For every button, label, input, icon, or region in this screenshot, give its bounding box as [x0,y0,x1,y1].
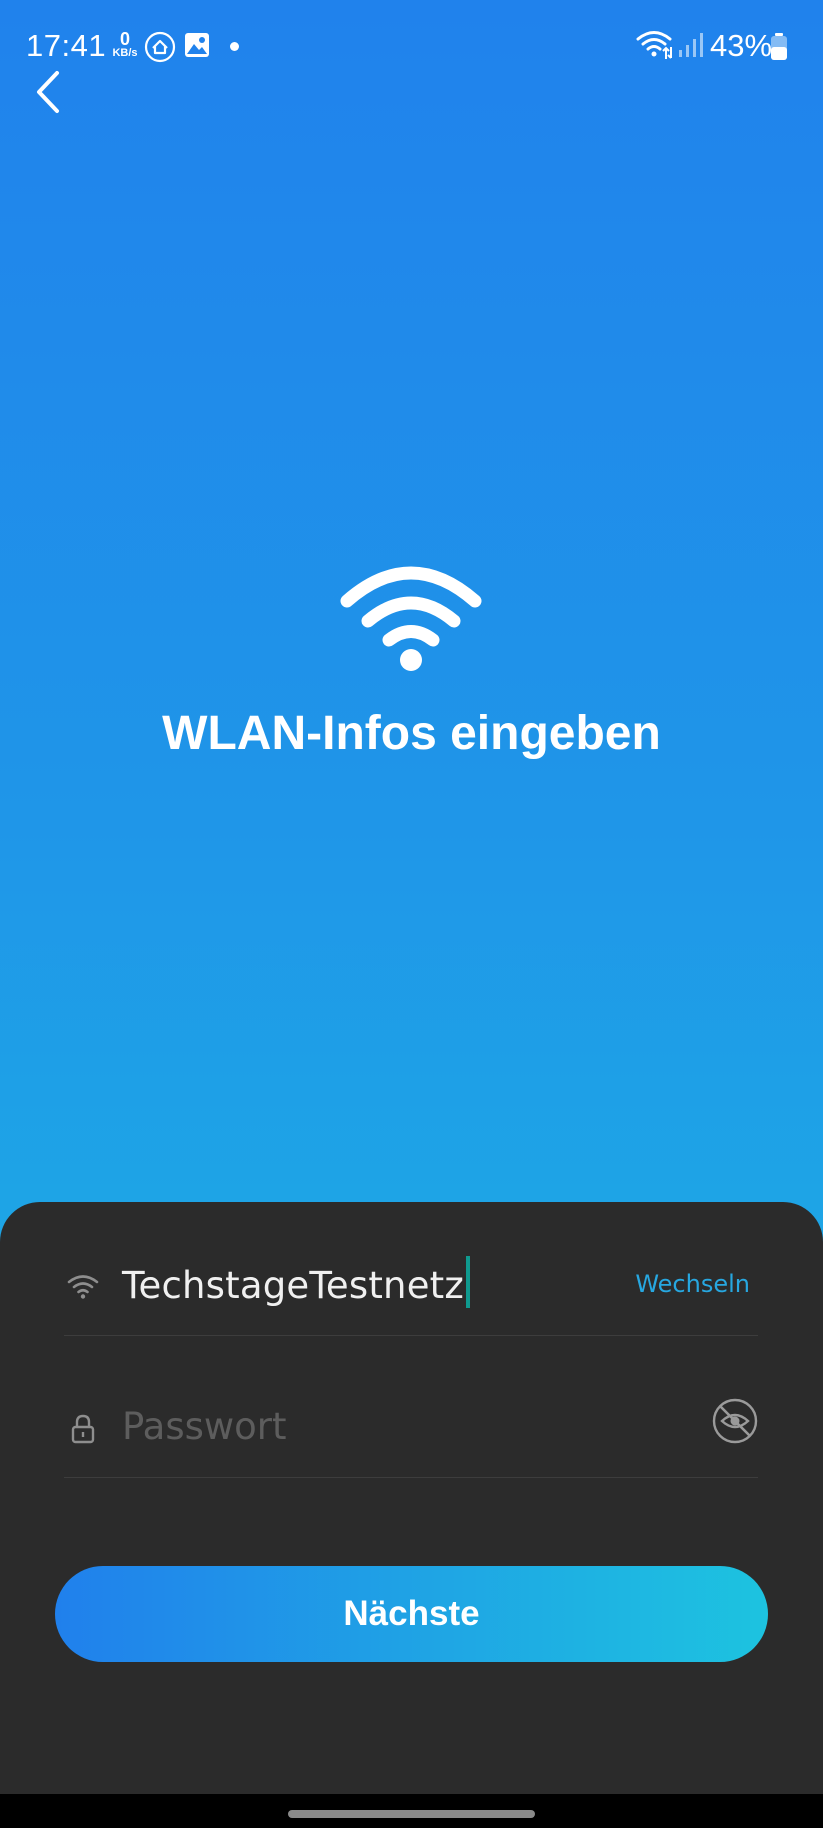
network-speed-unit: KB/s [112,47,138,59]
battery-icon [770,33,788,66]
home-indicator[interactable] [288,1810,535,1818]
notification-dot [230,42,239,51]
back-button[interactable] [24,62,72,122]
password-field[interactable] [64,1376,758,1478]
text-cursor [466,1256,470,1308]
lock-icon [71,1414,95,1444]
next-button[interactable]: Nächste [55,1566,768,1662]
network-speed: 0 KB/s [108,30,142,59]
page-title: WLAN-Infos eingeben [162,707,661,760]
wifi-field-icon [67,1275,99,1299]
password-input[interactable] [122,1398,642,1454]
wifi-status-icon [636,30,674,65]
chevron-left-icon [37,71,59,113]
battery-percent: 43% [710,28,773,63]
home-app-icon [144,31,176,68]
status-time: 17:41 [26,28,107,63]
signal-icon [678,32,704,63]
ssid-value[interactable]: TechstageTestnetz [122,1264,464,1307]
ssid-field[interactable]: TechstageTestnetz Wechseln [64,1234,758,1336]
status-bar: 17:41 0 KB/s 43% [0,0,823,92]
switch-network-link[interactable]: Wechseln [635,1270,750,1298]
eye-off-icon[interactable] [712,1398,758,1444]
wifi-icon [340,566,482,671]
network-speed-value: 0 [119,29,130,49]
gallery-icon [183,31,211,64]
system-nav-bar [0,1794,823,1828]
